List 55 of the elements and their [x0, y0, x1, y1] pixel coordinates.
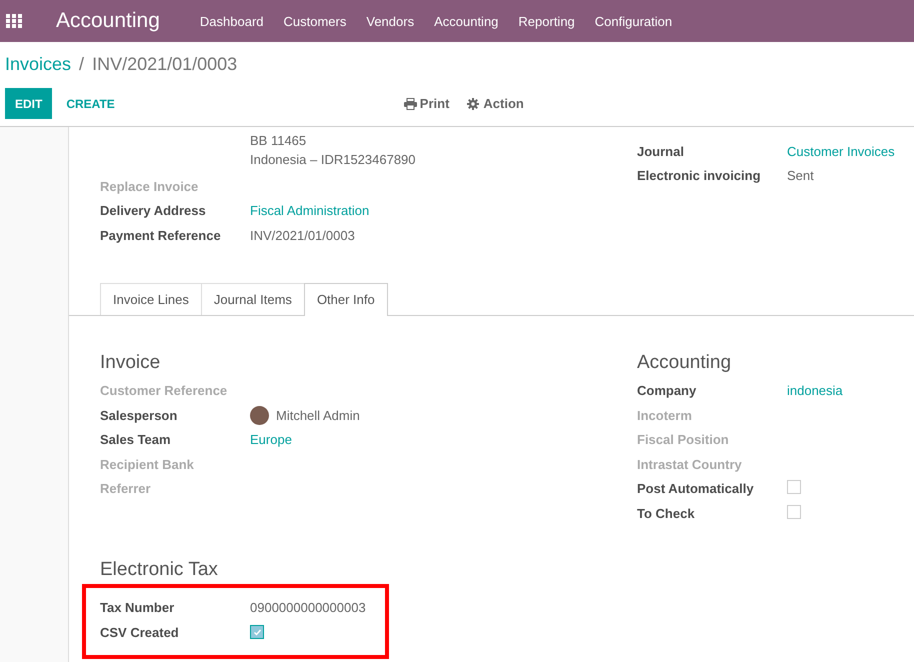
- field-label: Company: [637, 383, 698, 398]
- section-title: Invoice: [100, 350, 162, 374]
- app-title: Accounting: [56, 9, 160, 33]
- field-label: Customer Reference: [100, 383, 228, 398]
- field-link[interactable]: indonesia: [787, 383, 843, 398]
- settings-icon: [467, 98, 480, 110]
- apps-grid-icon[interactable]: [6, 14, 22, 28]
- breadcrumb-separator: /: [79, 54, 84, 76]
- field-value: INV/2021/01/0003: [250, 228, 355, 243]
- edit-button[interactable]: EDIT: [5, 88, 52, 119]
- tab[interactable]: Other Info: [304, 282, 388, 316]
- menu-item[interactable]: Accounting: [434, 14, 498, 28]
- field-label: Post Automatically: [637, 481, 755, 496]
- field-label: Sales Team: [100, 432, 172, 448]
- field-label: Payment Reference: [100, 228, 222, 243]
- field-label: Referrer: [100, 481, 152, 496]
- field-label: Recipient Bank: [100, 456, 195, 472]
- checkbox[interactable]: [787, 480, 801, 494]
- section-title: Electronic Tax: [100, 558, 219, 582]
- field-label: Incoterm: [637, 408, 693, 423]
- field-value: 0900000000000003: [250, 600, 366, 616]
- field-label: Replace Invoice: [100, 178, 200, 194]
- field-label: Intrastat Country: [637, 456, 743, 472]
- breadcrumb-link[interactable]: Invoices: [5, 54, 72, 79]
- printer-icon: [404, 98, 417, 110]
- tab[interactable]: Invoice Lines: [100, 282, 202, 314]
- menu-item[interactable]: Vendors: [366, 14, 414, 28]
- create-button[interactable]: CREATE: [57, 88, 124, 119]
- action-dropdown-button[interactable]: Print: [396, 92, 458, 115]
- section-title: Accounting: [637, 350, 732, 374]
- menu-item[interactable]: Reporting: [518, 14, 575, 28]
- avatar-icon: [250, 406, 269, 425]
- field-label: Electronic invoicing: [637, 168, 762, 184]
- menu-item[interactable]: Dashboard: [200, 14, 264, 28]
- field-link[interactable]: Fiscal Administration: [250, 203, 370, 218]
- address-line: Indonesia – IDR1523467890: [250, 151, 417, 169]
- checkbox[interactable]: [787, 504, 801, 519]
- field-label: Delivery Address: [100, 203, 207, 218]
- field-label: CSV Created: [100, 624, 180, 640]
- action-dropdown-button[interactable]: Action: [459, 92, 532, 115]
- field-label: Journal: [637, 144, 685, 159]
- field-label: Tax Number: [100, 600, 176, 616]
- field-link[interactable]: Europe: [250, 432, 292, 448]
- address-line: BB 11465: [250, 132, 308, 150]
- field-link[interactable]: Customer Invoices: [787, 144, 895, 159]
- field-value: Sent: [787, 168, 814, 184]
- check-icon: [252, 628, 262, 637]
- menu-item[interactable]: Customers: [284, 14, 346, 28]
- field-label: To Check: [637, 506, 696, 521]
- checkbox[interactable]: [250, 625, 264, 640]
- menu-item[interactable]: Configuration: [594, 14, 672, 28]
- breadcrumb-current: INV/2021/01/0003: [92, 54, 238, 76]
- field-label: Salesperson: [100, 408, 178, 423]
- field-label: Fiscal Position: [637, 432, 730, 448]
- user-name: Mitchell Admin: [276, 408, 360, 423]
